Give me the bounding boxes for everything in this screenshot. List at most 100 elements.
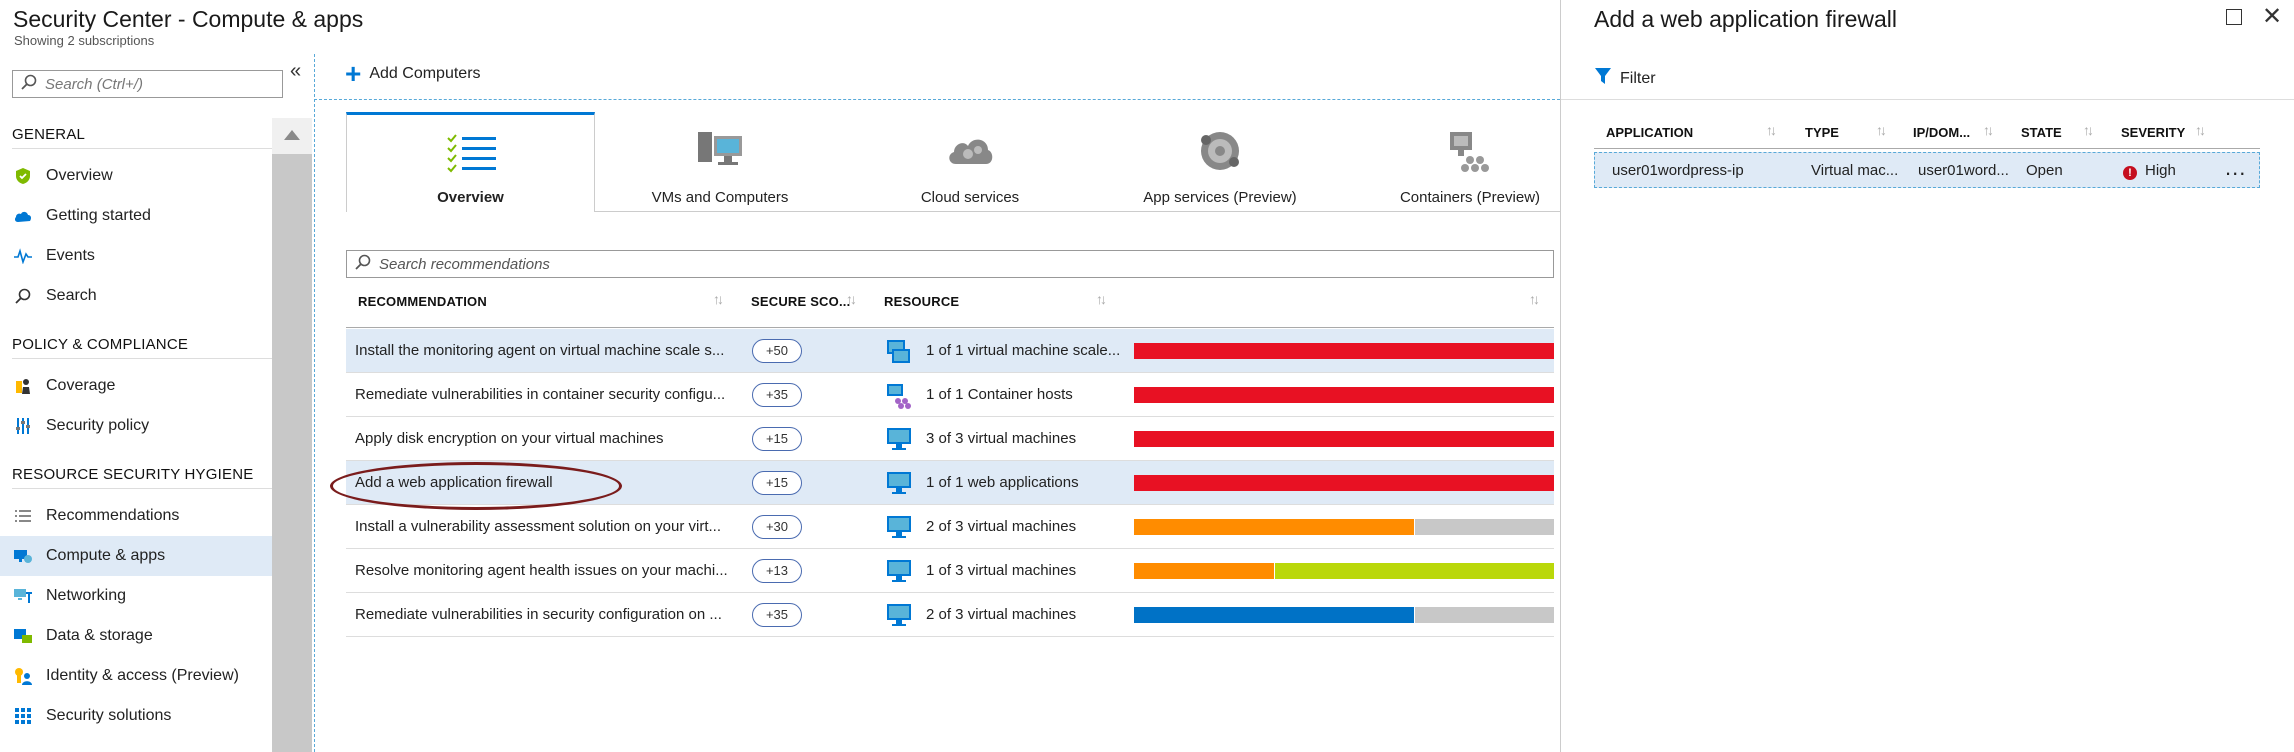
table-row[interactable]: Install a vulnerability assessment solut… (346, 505, 1554, 549)
table-row[interactable]: Remediate vulnerabilities in security co… (346, 593, 1554, 637)
tab-cloud-services[interactable]: Cloud services (845, 112, 1095, 212)
tab-app-services[interactable]: App services (Preview) (1095, 112, 1345, 212)
sort-icon[interactable]: ↑↓ (1766, 122, 1777, 138)
secure-score-badge: +15 (752, 427, 802, 451)
add-computers-button[interactable]: + Add Computers (345, 60, 481, 88)
column-header-state[interactable]: STATE (2021, 125, 2062, 140)
sort-icon[interactable]: ↑↓ (846, 291, 857, 307)
sort-icon[interactable]: ↑↓ (713, 291, 724, 307)
checklist-icon (446, 133, 496, 177)
sidebar-item-events[interactable]: Events (0, 236, 272, 276)
list-icon (14, 507, 32, 525)
health-bar-segment (1414, 519, 1554, 535)
sidebar-item-label: Events (46, 247, 95, 264)
column-header-resource[interactable]: RESOURCE (884, 294, 959, 309)
secure-score-badge: +35 (752, 383, 802, 407)
health-bar-segment (1134, 343, 1554, 359)
secure-score-badge: +13 (752, 559, 802, 583)
table-row[interactable]: Apply disk encryption on your virtual ma… (346, 417, 1554, 461)
health-bar-segment (1414, 607, 1554, 623)
sidebar-item-label: Search (46, 287, 97, 304)
sidebar-item-security-policy[interactable]: Security policy (0, 406, 272, 446)
cell-recommendation: Resolve monitoring agent health issues o… (355, 562, 728, 579)
sidebar-item-compute-apps[interactable]: Compute & apps (0, 536, 272, 576)
column-header-recommendation[interactable]: RECOMMENDATION (358, 294, 487, 309)
resource-health-bar (1134, 563, 1554, 579)
table-row[interactable]: Remediate vulnerabilities in container s… (346, 373, 1554, 417)
app-services-icon (1196, 130, 1244, 176)
resource-health-bar (1134, 475, 1554, 491)
health-bar-segment (1134, 519, 1415, 535)
search-icon (355, 254, 371, 274)
table-row[interactable]: user01wordpress-ip Virtual mac... user01… (1594, 152, 2260, 188)
secure-score-badge: +35 (752, 603, 802, 627)
tab-containers[interactable]: Containers (Preview) (1345, 112, 1595, 212)
search-icon (21, 74, 37, 94)
command-bar (314, 54, 1560, 100)
column-header-severity[interactable]: SEVERITY (2121, 125, 2185, 140)
collapse-sidebar-button[interactable]: « (290, 60, 301, 83)
blade-title: Add a web application firewall (1594, 6, 1898, 32)
tab-overview[interactable]: Overview (346, 112, 595, 212)
sidebar-scrollbar[interactable] (272, 118, 312, 752)
sidebar-item-data-storage[interactable]: Data & storage (0, 616, 272, 656)
sidebar-item-overview[interactable]: Overview (0, 156, 272, 196)
sliders-icon (14, 417, 32, 435)
cell-application: user01wordpress-ip (1612, 162, 1744, 179)
sidebar-item-recommendations[interactable]: Recommendations (0, 496, 272, 536)
close-icon[interactable]: ✕ (2262, 2, 2282, 31)
sort-icon[interactable]: ↑↓ (1983, 122, 1994, 138)
sort-icon[interactable]: ↑↓ (2083, 122, 2094, 138)
cell-recommendation: Apply disk encryption on your virtual ma… (355, 430, 664, 447)
tab-vms-computers[interactable]: VMs and Computers (595, 112, 845, 212)
sort-icon[interactable]: ↑↓ (1529, 291, 1540, 307)
sidebar-item-coverage[interactable]: Coverage (0, 366, 272, 406)
sort-icon[interactable]: ↑↓ (1096, 291, 1107, 307)
column-header-type[interactable]: TYPE (1805, 125, 1839, 140)
blade-command-bar (1561, 54, 2294, 100)
column-header-application[interactable]: APPLICATION (1606, 125, 1693, 140)
sidebar-search-input[interactable]: Search (Ctrl+/) (12, 70, 283, 98)
scroll-up-button[interactable] (272, 118, 312, 154)
secure-score-badge: +50 (752, 339, 802, 363)
sidebar-item-label: Networking (46, 587, 127, 604)
column-header-ip-domain[interactable]: IP/DOM... (1913, 125, 1970, 140)
grid-icon (14, 707, 32, 725)
vm-icon (886, 559, 912, 587)
tab-divider (595, 211, 1560, 212)
health-bar-segment (1134, 563, 1274, 579)
sidebar-item-identity-access[interactable]: Identity & access (Preview) (0, 656, 272, 696)
section-heading-general: GENERAL (12, 126, 86, 143)
cell-recommendation: Install a vulnerability assessment solut… (355, 518, 721, 535)
divider (12, 488, 272, 489)
cell-resource: 1 of 1 virtual machine scale... (926, 342, 1121, 359)
cell-resource: 1 of 1 web applications (926, 474, 1079, 491)
sidebar-item-label: Compute & apps (46, 547, 166, 564)
column-header-secure-score[interactable]: SECURE SCO... (751, 294, 850, 309)
maximize-icon[interactable] (2226, 9, 2242, 25)
sidebar-item-label: Recommendations (46, 507, 180, 524)
sort-icon[interactable]: ↑↓ (2195, 122, 2206, 138)
sidebar-item-security-solutions[interactable]: Security solutions (0, 696, 272, 736)
cell-resource: 2 of 3 virtual machines (926, 606, 1077, 623)
sidebar-item-networking[interactable]: Networking (0, 576, 272, 616)
severity-label: High (2145, 162, 2176, 179)
divider (12, 148, 272, 149)
table-row[interactable]: Install the monitoring agent on virtual … (346, 329, 1554, 373)
resource-health-bar (1134, 431, 1554, 447)
table-header-divider (346, 327, 1554, 328)
sort-icon[interactable]: ↑↓ (1876, 122, 1887, 138)
sidebar-item-label: Getting started (46, 207, 151, 224)
filter-button[interactable]: Filter (1594, 67, 1656, 90)
key-user-icon (14, 667, 32, 685)
sidebar-item-search[interactable]: Search (0, 276, 272, 316)
table-row[interactable]: Resolve monitoring agent health issues o… (346, 549, 1554, 593)
container-hosts-icon (886, 383, 912, 413)
filter-icon (1594, 67, 1612, 90)
search-recommendations-input[interactable]: Search recommendations (346, 250, 1554, 278)
tab-label: VMs and Computers (651, 189, 789, 206)
sidebar-item-getting-started[interactable]: Getting started (0, 196, 272, 236)
section-heading-hygiene: RESOURCE SECURITY HYGIENE (12, 466, 254, 483)
more-options-button[interactable]: ... (2225, 155, 2246, 181)
resource-health-bar (1134, 343, 1554, 359)
